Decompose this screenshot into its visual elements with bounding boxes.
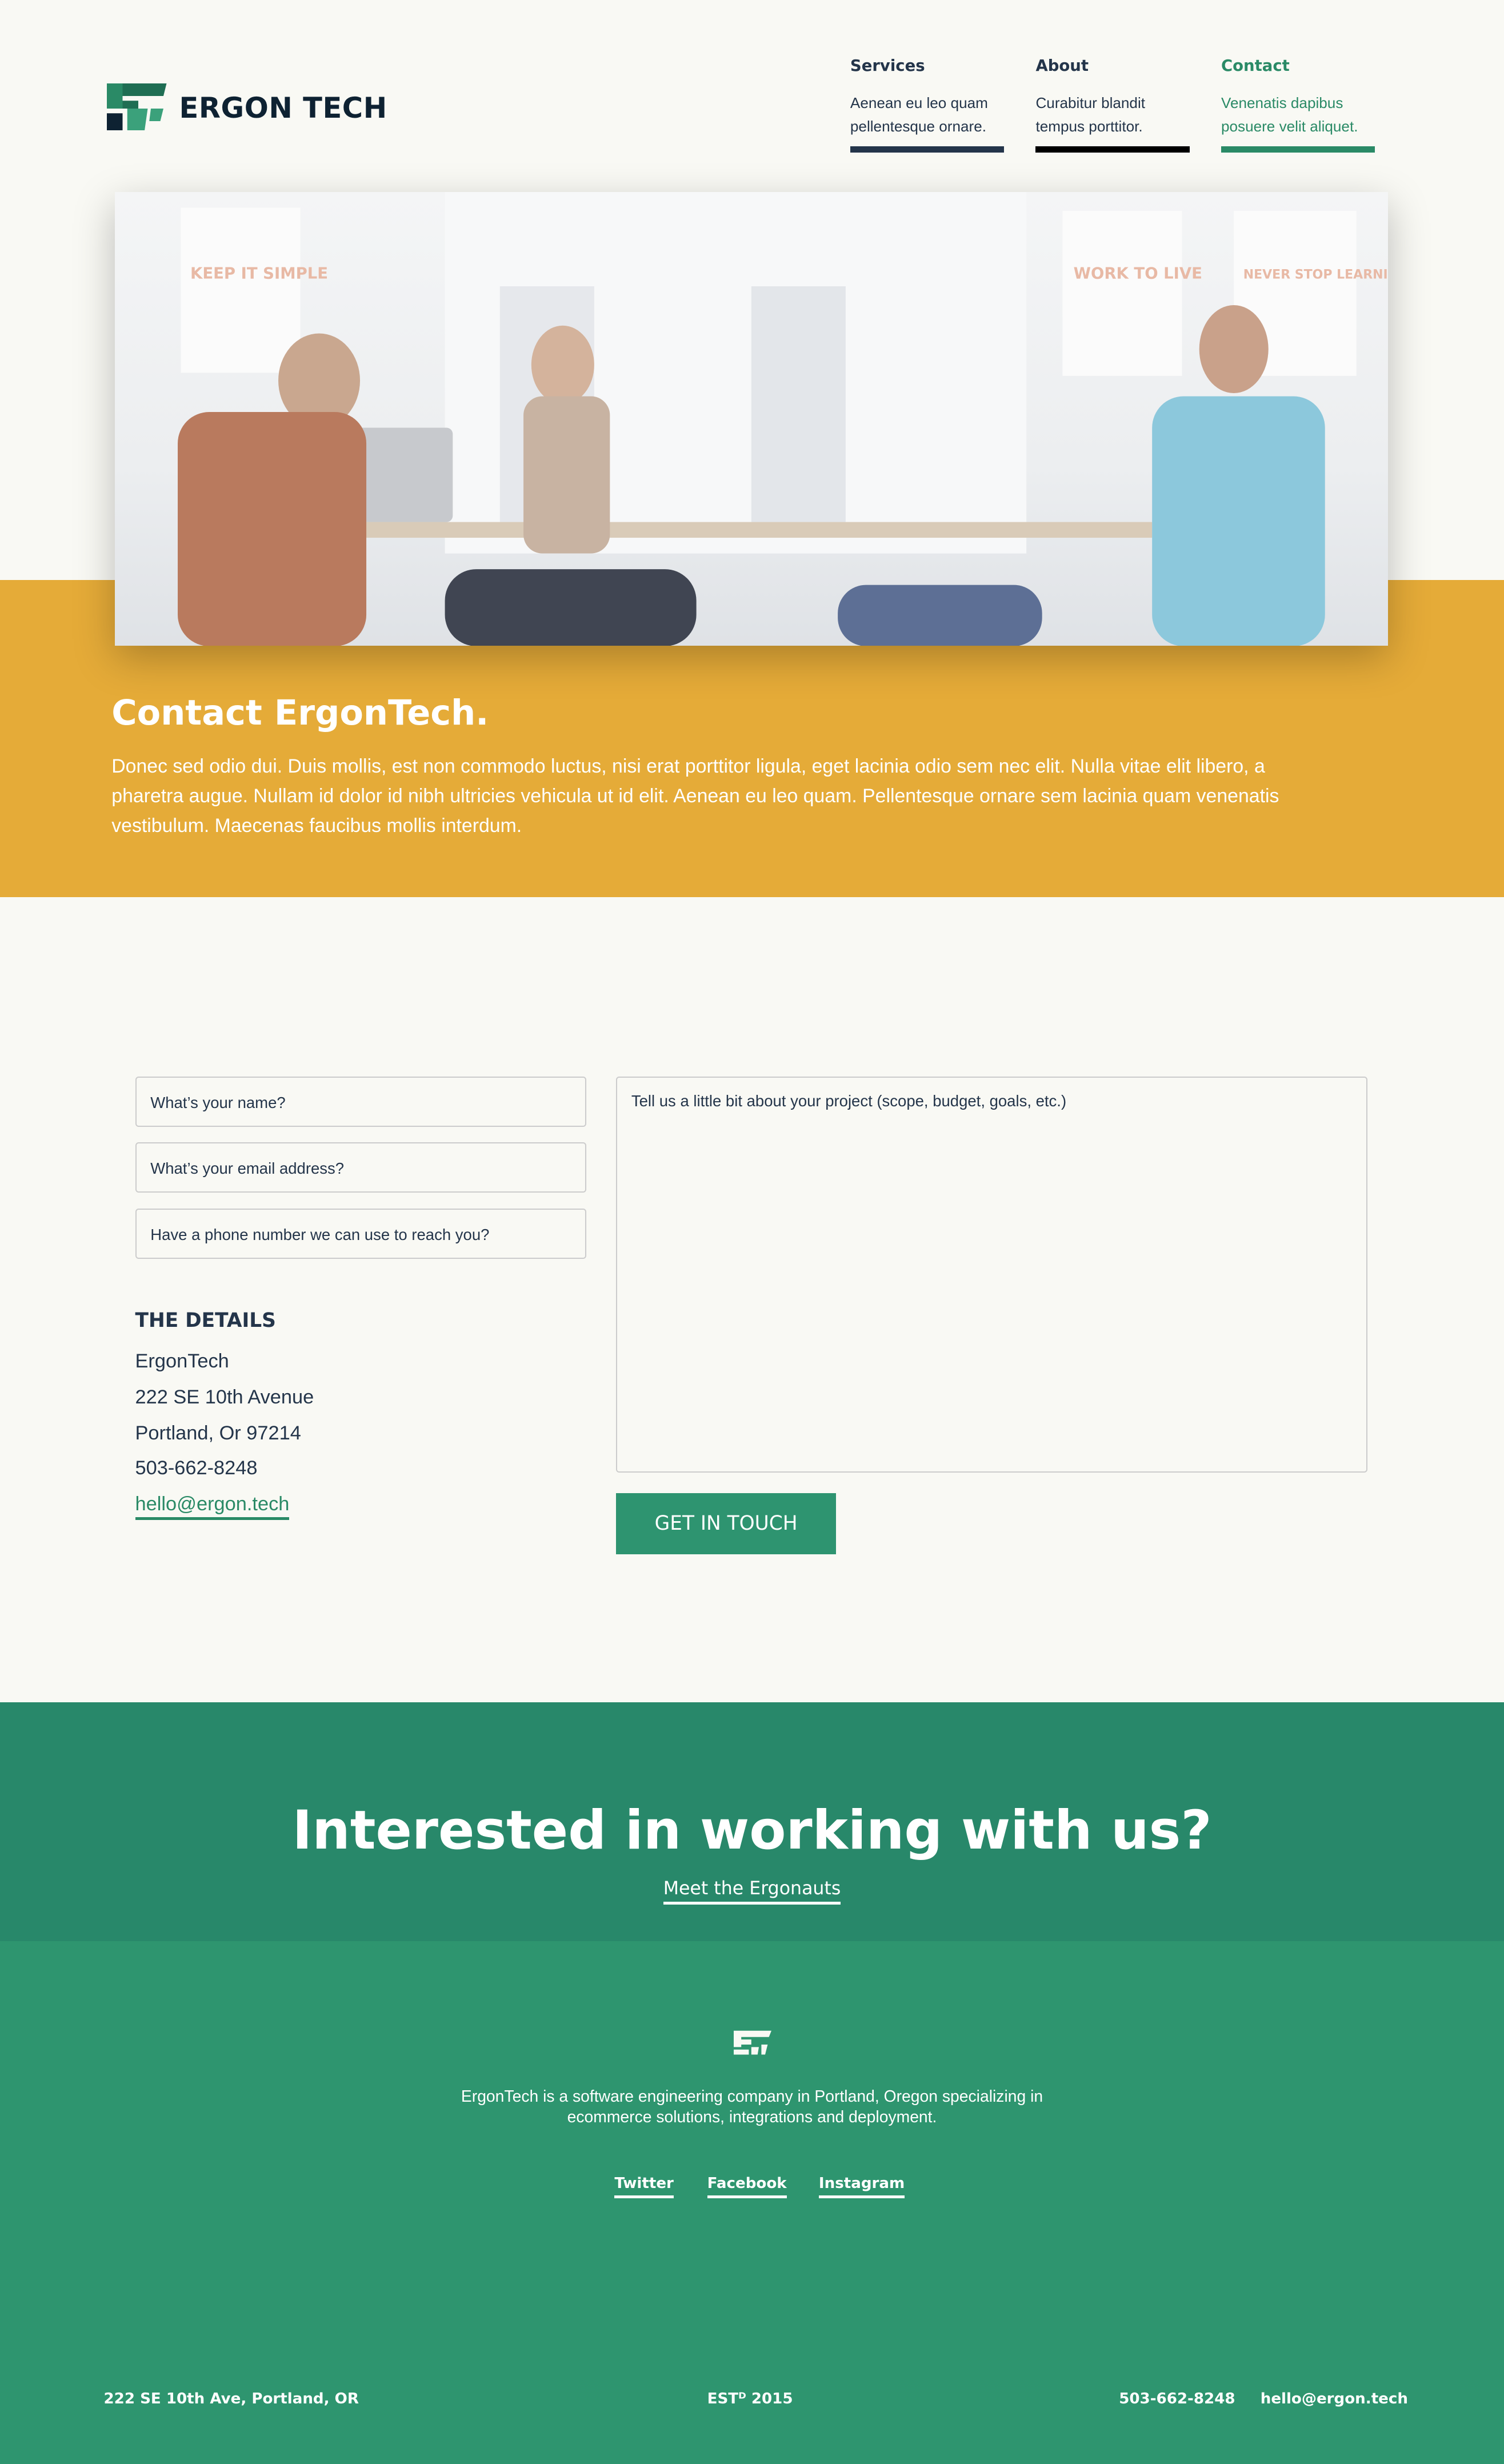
poster-text: WORK TO LIVE [1073, 264, 1202, 282]
nav-bar [1035, 146, 1190, 153]
footer-address: 222 SE 10th Ave, Portland, OR [103, 2390, 359, 2408]
details-email-link[interactable]: hello@ergon.tech [135, 1493, 290, 1520]
nav-desc: tempus porttitor. [1035, 117, 1143, 135]
footer-about: ErgonTech is a software engineering comp… [461, 2087, 1043, 2106]
footer-established: ESTᴰ 2015 [707, 2390, 793, 2408]
details-phone: 503-662-8248 [135, 1457, 258, 1479]
cta-title: Interested in working with us? [292, 1799, 1212, 1862]
logo-text[interactable]: ERGON TECH [179, 91, 387, 125]
footer-about: ecommerce solutions, integrations and de… [567, 2108, 937, 2127]
nav-bar [1221, 146, 1375, 153]
email-input[interactable]: What’s your email address? [135, 1142, 586, 1193]
twitter-link[interactable]: Twitter [614, 2175, 674, 2198]
footer-phone[interactable]: 503-662-8248 [1119, 2390, 1235, 2407]
nav-title[interactable]: About [1035, 57, 1190, 91]
team-photo: KEEP IT SIMPLE WORK TO LIVE NEVER STOP L… [177, 191, 1388, 646]
details-street: 222 SE 10th Avenue [135, 1386, 314, 1408]
phone-input[interactable]: Have a phone number we can use to reach … [135, 1208, 586, 1259]
project-textarea[interactable]: Tell us a little bit about your project … [616, 1076, 1367, 1473]
details-company: ErgonTech [135, 1350, 229, 1372]
nav-desc: Venenatis dapibus [1221, 94, 1343, 111]
nav-desc: pellentesque ornare. [850, 117, 986, 135]
name-input[interactable]: What’s your name? [135, 1076, 586, 1127]
hero-image: KEEP IT SIMPLE WORK TO LIVE NEVER STOP L… [114, 191, 1388, 646]
ergon-tech-logo-icon[interactable] [107, 83, 167, 131]
instagram-link[interactable]: Instagram [818, 2175, 905, 2198]
details-city: Portland, Or 97214 [135, 1422, 301, 1445]
facebook-link[interactable]: Facebook [707, 2175, 787, 2198]
footer-email[interactable]: hello@ergon.tech [1261, 2390, 1408, 2407]
poster-text: NEVER STOP LEARNING [1243, 267, 1387, 282]
footer: ErgonTech is a software engineering comp… [0, 1941, 1504, 2464]
details-title: THE DETAILS [135, 1309, 276, 1332]
nav-about[interactable]: About Curabitur blandit tempus porttitor… [1035, 57, 1190, 153]
nav-desc: posuere velit aliquet. [1221, 117, 1358, 135]
cta-band: Interested in working with us? Meet the … [0, 1702, 1504, 1941]
intro-text: Donec sed odio dui. Duis mollis, est non… [111, 755, 1279, 837]
nav-services[interactable]: Services Aenean eu leo quam pellentesque… [850, 57, 1005, 153]
nav-bar [850, 146, 1005, 153]
nav-contact[interactable]: Contact Venenatis dapibus posuere velit … [1221, 57, 1375, 153]
meet-the-ergonauts-link[interactable]: Meet the Ergonauts [663, 1878, 841, 1905]
poster-text: KEEP IT SIMPLE [190, 264, 328, 282]
get-in-touch-button[interactable]: GET IN TOUCH [616, 1493, 837, 1555]
nav-desc: Curabitur blandit [1035, 94, 1146, 111]
nav-desc: Aenean eu leo quam [850, 94, 988, 111]
nav-title[interactable]: Services [850, 57, 1005, 91]
nav-title[interactable]: Contact [1221, 57, 1375, 91]
ergon-tech-logo-icon [734, 2030, 772, 2055]
page-title: Contact ErgonTech. [111, 693, 489, 733]
page: ERGON TECH Services Aenean eu leo quam p… [0, 0, 1504, 2464]
